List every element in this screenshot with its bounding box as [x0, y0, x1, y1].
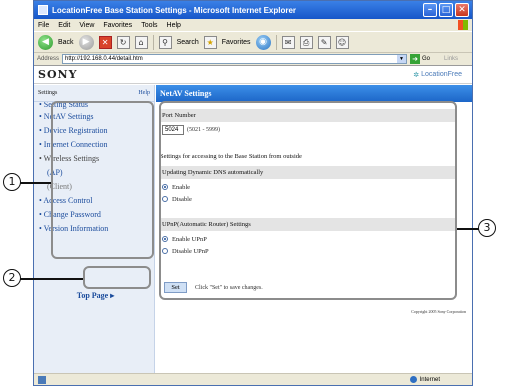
maximize-button[interactable]: □ — [439, 3, 453, 17]
search-button[interactable]: Search — [177, 39, 199, 46]
menu-file[interactable]: File — [38, 22, 49, 29]
copyright-text: Copyright 2005 Sony Corporation — [411, 309, 466, 314]
minimize-button[interactable]: – — [423, 3, 437, 17]
callout-box-top-page — [83, 266, 151, 289]
ie-icon — [38, 5, 48, 15]
page-status-icon — [38, 375, 46, 384]
menu-view[interactable]: View — [79, 22, 94, 29]
status-bar: Internet — [34, 373, 472, 385]
toolbar-divider — [152, 34, 154, 50]
back-button[interactable]: Back — [58, 39, 74, 46]
address-label: Address — [37, 56, 60, 62]
menu-edit[interactable]: Edit — [58, 22, 70, 29]
back-arrow-icon[interactable]: ◀ — [38, 34, 53, 50]
menu-help[interactable]: Help — [167, 22, 181, 29]
sony-logo: SONY — [38, 68, 78, 81]
forward-arrow-icon[interactable]: ▶ — [78, 34, 94, 50]
callout-box-main — [159, 101, 457, 300]
links-button[interactable]: Links — [444, 56, 458, 62]
title-bar: LocationFree Base Station Settings - Mic… — [34, 1, 472, 19]
media-icon[interactable]: ◉ — [255, 34, 271, 50]
callout-number-2: 2 — [3, 269, 21, 287]
brand-bar: SONY ✲ LocationFree — [34, 66, 472, 84]
chevron-down-icon[interactable]: ▼ — [397, 55, 407, 63]
menu-favorites[interactable]: Favorites — [103, 22, 132, 29]
menu-tools[interactable]: Tools — [141, 22, 157, 29]
home-icon[interactable]: ⌂ — [134, 35, 148, 49]
sidebar-title: Settings — [38, 90, 58, 96]
print-icon[interactable]: ⎙ — [299, 35, 313, 49]
page-title: NetAV Settings — [156, 85, 472, 102]
favorites-star-icon[interactable]: ★ — [203, 35, 217, 49]
edit-icon[interactable]: ✎ — [317, 35, 331, 49]
callout-leader-1 — [19, 182, 51, 184]
messenger-icon[interactable]: ☺ — [335, 35, 349, 49]
internet-zone-icon — [409, 376, 417, 383]
locationfree-logo-text: LocationFree — [421, 71, 462, 78]
search-icon[interactable]: ⚲ — [158, 35, 172, 49]
address-bar: Address http://192.168.0.44/detail.htm ▼… — [34, 53, 472, 65]
toolbar-divider — [275, 34, 277, 50]
top-page-button[interactable]: Top Page ▸ — [69, 288, 122, 304]
zone-label: Internet — [419, 376, 440, 383]
refresh-icon[interactable]: ↻ — [116, 35, 130, 49]
favorites-button[interactable]: Favorites — [222, 39, 251, 46]
callout-leader-2 — [19, 278, 83, 280]
go-button[interactable]: Go — [422, 56, 430, 62]
locationfree-logo: ✲ LocationFree — [413, 71, 462, 79]
go-arrow-icon[interactable]: ➜ — [410, 54, 421, 64]
windows-logo-icon — [458, 20, 468, 30]
help-link[interactable]: Help — [138, 90, 150, 96]
window-title: LocationFree Base Station Settings - Mic… — [52, 5, 297, 15]
locationfree-mark-icon: ✲ — [413, 71, 420, 79]
callout-box-sidebar — [51, 101, 154, 259]
menu-bar: File Edit View Favorites Tools Help — [34, 19, 472, 31]
callout-leader-3 — [457, 228, 479, 230]
callout-number-3: 3 — [478, 219, 496, 237]
close-button[interactable]: ✕ — [455, 3, 469, 17]
toolbar: ◀ Back ▶ ✕ ↻ ⌂ ⚲ Search ★ Favorites ◉ ✉ … — [34, 31, 472, 53]
sidebar-header: Settings Help — [34, 85, 154, 102]
url-text: http://192.168.0.44/detail.htm — [65, 56, 143, 62]
mail-icon[interactable]: ✉ — [281, 35, 295, 49]
address-input[interactable]: http://192.168.0.44/detail.htm ▼ — [62, 54, 408, 64]
stop-icon[interactable]: ✕ — [98, 35, 112, 49]
callout-number-1: 1 — [3, 173, 21, 191]
